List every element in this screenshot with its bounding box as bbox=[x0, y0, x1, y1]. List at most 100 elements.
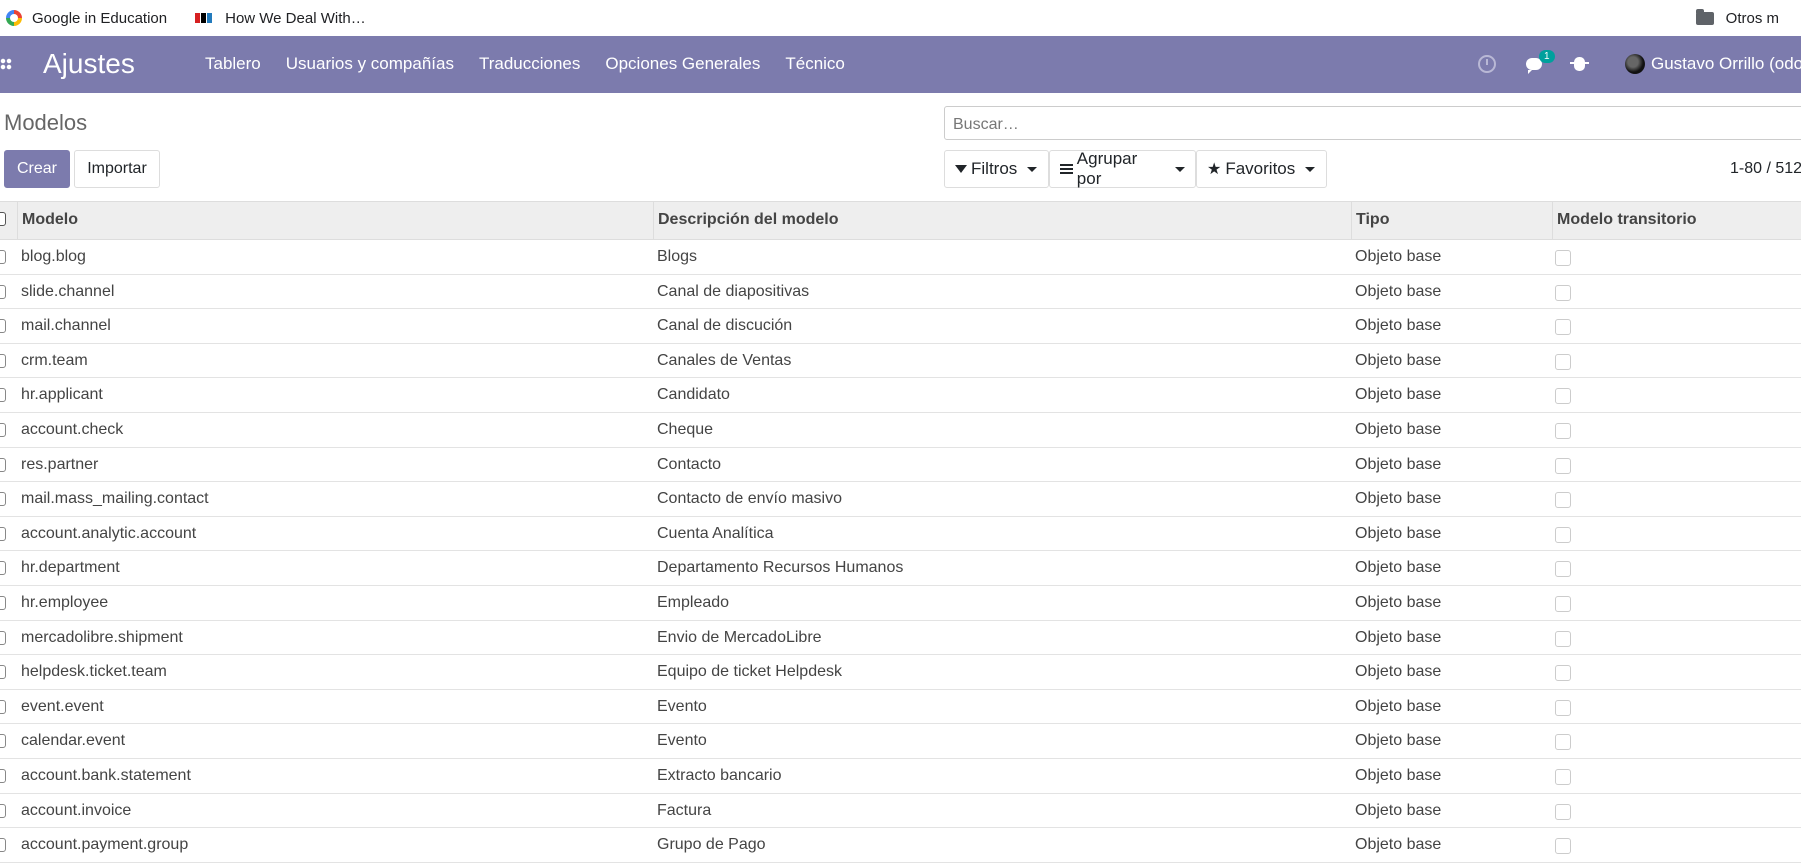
table-row[interactable]: mail.mass_mailing.contact Contacto de env… bbox=[0, 482, 1801, 517]
row-checkbox[interactable] bbox=[0, 319, 6, 334]
table-row[interactable]: helpdesk.ticket.team Equipo de ticket Hel… bbox=[0, 655, 1801, 690]
row-checkbox[interactable] bbox=[0, 353, 6, 368]
row-checkbox[interactable] bbox=[0, 526, 6, 541]
row-checkbox[interactable] bbox=[0, 388, 6, 403]
bookmarks-bar: Google in Education How We Deal With… Ot… bbox=[0, 0, 1801, 36]
table-row[interactable]: slide.channel Canal de diapositivas Objeto… bbox=[0, 275, 1801, 310]
row-checkbox[interactable] bbox=[0, 768, 6, 783]
row-checkbox[interactable] bbox=[0, 422, 6, 437]
main-menu: Tablero Usuarios y compañías Traduccione… bbox=[205, 54, 870, 74]
bookmark-other-folder[interactable]: Otros m bbox=[1695, 8, 1779, 27]
cell-modelo: crm.team bbox=[21, 351, 88, 369]
cell-descripcion: Contacto bbox=[657, 455, 722, 473]
favorites-button[interactable]: ★ Favoritos bbox=[1196, 150, 1327, 188]
row-checkbox[interactable] bbox=[0, 284, 6, 299]
favorites-label: Favoritos bbox=[1225, 159, 1296, 178]
table-row[interactable]: event.event Evento Objeto base bbox=[0, 690, 1801, 725]
table-row[interactable]: account.bank.statement Extracto bancario O… bbox=[0, 759, 1801, 794]
systray: 1 Gustavo Orrillo (odo bbox=[1478, 50, 1801, 74]
transient-checkbox bbox=[1555, 526, 1571, 543]
cell-descripcion: Canal de diapositivas bbox=[657, 282, 810, 300]
menu-item-tecnico[interactable]: Técnico bbox=[785, 54, 845, 74]
menu-item-usuarios[interactable]: Usuarios y compañías bbox=[286, 54, 454, 74]
list-table: Modelo Descripción del modelo Tipo Model… bbox=[0, 201, 1801, 863]
search-input[interactable]: Buscar… bbox=[944, 106, 1801, 140]
table-row[interactable]: crm.team Canales de Ventas Objeto base bbox=[0, 344, 1801, 379]
cell-descripcion: Canales de Ventas bbox=[657, 351, 792, 369]
folder-icon bbox=[1695, 8, 1714, 25]
cell-descripcion: Canal de discución bbox=[657, 317, 793, 335]
table-row[interactable]: account.payment.group Grupo de Pago Objeto… bbox=[0, 828, 1801, 863]
row-checkbox[interactable] bbox=[0, 457, 6, 472]
table-row[interactable]: res.partner Contacto Objeto base bbox=[0, 448, 1801, 483]
filter-icon bbox=[955, 165, 967, 173]
import-button[interactable]: Importar bbox=[74, 150, 160, 188]
column-header-tipo[interactable]: Tipo bbox=[1356, 211, 1389, 229]
avatar[interactable] bbox=[1625, 54, 1645, 74]
row-checkbox[interactable] bbox=[0, 250, 6, 264]
table-row[interactable]: account.invoice Factura Objeto base bbox=[0, 794, 1801, 829]
row-checkbox[interactable] bbox=[0, 734, 6, 749]
cell-modelo: account.analytic.account bbox=[21, 524, 197, 542]
cell-tipo: Objeto base bbox=[1355, 351, 1442, 369]
menu-item-tablero[interactable]: Tablero bbox=[205, 54, 261, 74]
table-row[interactable]: hr.department Departamento Recursos Human… bbox=[0, 551, 1801, 586]
page-title: Modelos bbox=[4, 110, 88, 135]
star-icon: ★ bbox=[1207, 161, 1222, 178]
row-checkbox[interactable] bbox=[0, 595, 6, 610]
table-row[interactable]: account.analytic.account Cuenta Analítica… bbox=[0, 517, 1801, 552]
bug-icon[interactable] bbox=[1570, 57, 1589, 71]
chat-icon[interactable]: 1 bbox=[1526, 50, 1555, 74]
filters-label: Filtros bbox=[971, 159, 1018, 178]
menu-item-opciones-generales[interactable]: Opciones Generales bbox=[605, 54, 760, 74]
row-checkbox[interactable] bbox=[0, 665, 6, 680]
user-menu[interactable]: Gustavo Orrillo (odo bbox=[1651, 54, 1801, 74]
row-checkbox[interactable] bbox=[0, 803, 6, 818]
cell-descripcion: Blogs bbox=[657, 248, 698, 265]
transient-checkbox bbox=[1555, 561, 1571, 578]
transient-checkbox bbox=[1555, 838, 1571, 855]
cell-modelo: helpdesk.ticket.team bbox=[21, 663, 167, 681]
row-checkbox[interactable] bbox=[0, 699, 6, 714]
cell-modelo: blog.blog bbox=[21, 248, 86, 265]
google-icon bbox=[6, 10, 22, 26]
pager-value[interactable]: 1-80 / 512 bbox=[1730, 160, 1801, 178]
table-row[interactable]: mail.channel Canal de discución Objeto bas… bbox=[0, 309, 1801, 344]
table-row[interactable]: hr.applicant Candidato Objeto base bbox=[0, 378, 1801, 413]
table-row[interactable]: hr.employee Empleado Objeto base bbox=[0, 586, 1801, 621]
app-title[interactable]: Ajustes bbox=[43, 48, 135, 80]
cell-descripcion: Evento bbox=[657, 697, 707, 715]
table-row[interactable]: account.check Cheque Objeto base bbox=[0, 413, 1801, 448]
row-checkbox[interactable] bbox=[0, 838, 6, 853]
table-row[interactable]: mercadolibre.shipment Envio de MercadoLib… bbox=[0, 621, 1801, 656]
cell-tipo: Objeto base bbox=[1355, 732, 1442, 750]
select-all-checkbox[interactable] bbox=[0, 212, 6, 226]
caret-down-icon bbox=[1175, 166, 1185, 172]
column-header-transitorio[interactable]: Modelo transitorio bbox=[1557, 211, 1697, 229]
table-row[interactable]: blog.blog Blogs Objeto base bbox=[0, 240, 1801, 275]
filters-button[interactable]: Filtros bbox=[944, 150, 1049, 188]
apps-grid-icon[interactable] bbox=[0, 58, 12, 70]
transient-checkbox bbox=[1555, 457, 1571, 474]
column-header-modelo[interactable]: Modelo bbox=[22, 211, 78, 229]
create-button[interactable]: Crear bbox=[4, 150, 70, 188]
transient-checkbox bbox=[1555, 284, 1571, 301]
row-checkbox[interactable] bbox=[0, 630, 6, 645]
cell-modelo: mail.channel bbox=[21, 317, 111, 335]
cell-tipo: Objeto base bbox=[1355, 663, 1442, 681]
cell-descripcion: Factura bbox=[657, 801, 712, 819]
transient-checkbox bbox=[1555, 734, 1571, 751]
group-by-button[interactable]: Agrupar por bbox=[1049, 149, 1196, 188]
table-row[interactable]: calendar.event Evento Objeto base bbox=[0, 724, 1801, 759]
clock-icon[interactable] bbox=[1478, 55, 1496, 73]
transient-checkbox bbox=[1555, 388, 1571, 405]
bookmark-google-education[interactable]: Google in Education bbox=[6, 10, 167, 27]
bookmark-how-we-deal[interactable]: How We Deal With… bbox=[195, 10, 366, 27]
row-checkbox[interactable] bbox=[0, 561, 6, 576]
cell-modelo: res.partner bbox=[21, 455, 99, 473]
transient-checkbox bbox=[1555, 699, 1571, 716]
column-header-descripcion[interactable]: Descripción del modelo bbox=[658, 211, 838, 229]
table-header: Modelo Descripción del modelo Tipo Model… bbox=[0, 201, 1801, 240]
row-checkbox[interactable] bbox=[0, 492, 6, 507]
menu-item-traducciones[interactable]: Traducciones bbox=[479, 54, 580, 74]
